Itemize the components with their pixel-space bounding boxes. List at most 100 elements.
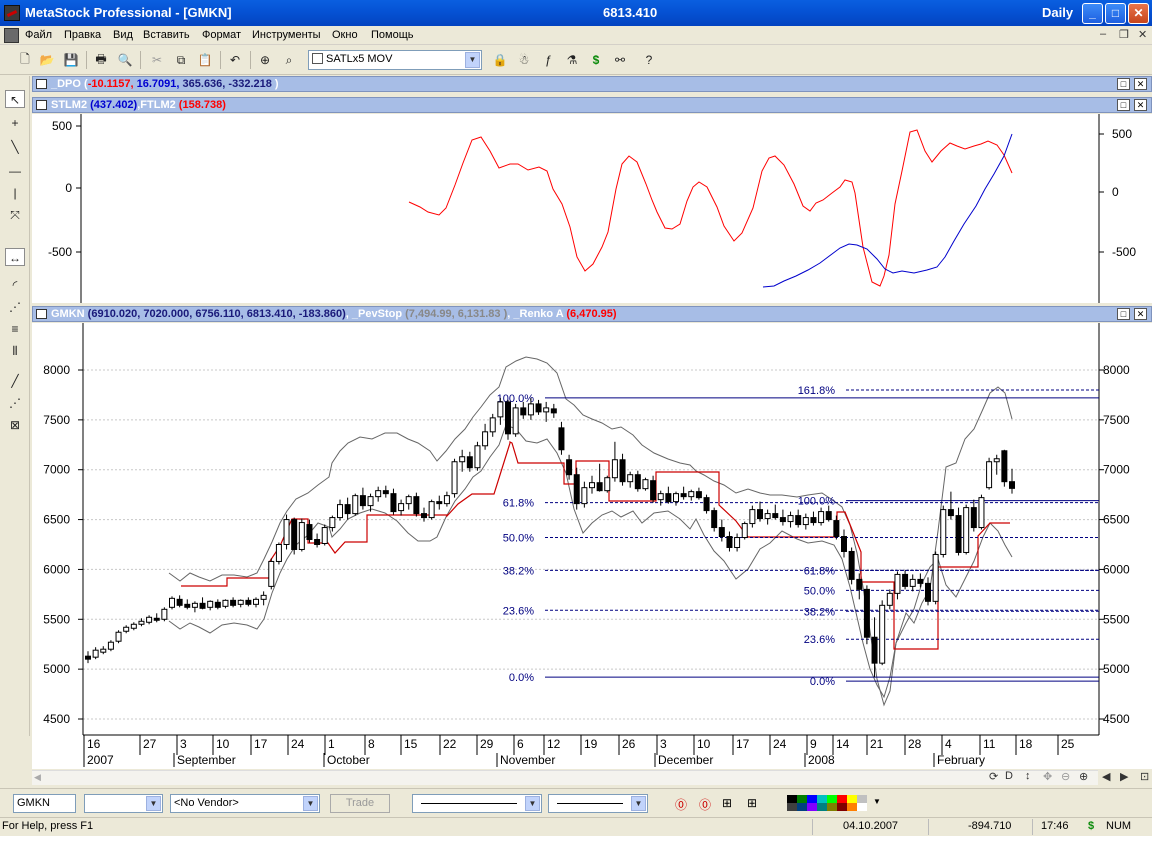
color-swatch[interactable]	[847, 803, 857, 811]
pane-close-icon[interactable]: ✕	[1134, 99, 1147, 111]
mdi-minimize-icon[interactable]: –	[1100, 28, 1106, 40]
security-combo[interactable]: ▼	[84, 794, 163, 813]
menu-edit[interactable]: Правка	[64, 29, 101, 41]
refresh-icon[interactable]: ⟳	[989, 770, 998, 783]
chevron-down-icon[interactable]: ▼	[303, 796, 318, 811]
fibonacci-time-zones-icon[interactable]: ⦀	[5, 342, 25, 360]
binoculars-icon[interactable]: ⚯	[611, 51, 629, 69]
menu-file[interactable]: Файл	[25, 29, 52, 41]
color-swatch[interactable]	[807, 803, 817, 811]
color-swatch[interactable]	[847, 795, 857, 803]
chevron-down-icon[interactable]: ▼	[525, 796, 540, 811]
dollar-icon[interactable]: $	[587, 51, 605, 69]
vertical-resize-icon[interactable]: ↕	[1025, 770, 1031, 782]
undo-icon[interactable]: ↶	[226, 51, 244, 69]
order-icon[interactable]: ⓪	[675, 796, 687, 813]
minimize-button[interactable]: _	[1082, 3, 1103, 24]
chevron-down-icon[interactable]: ▼	[631, 796, 646, 811]
close-button[interactable]: ✕	[1128, 3, 1149, 24]
mdi-close-icon[interactable]: ✕	[1138, 28, 1147, 41]
horizontal-line-icon[interactable]: —	[5, 162, 25, 180]
pane-close-icon[interactable]: ✕	[1134, 78, 1147, 90]
color-swatch[interactable]	[817, 803, 827, 811]
speed-line-icon[interactable]: ╱	[5, 372, 25, 390]
menu-help[interactable]: Помощь	[371, 29, 414, 41]
scroll-left-icon[interactable]: ◀	[34, 772, 41, 783]
order-list-icon[interactable]: ⊞	[722, 796, 732, 810]
system-tester-icon[interactable]: ⚗	[563, 51, 581, 69]
color-swatch[interactable]	[807, 795, 817, 803]
move-icon[interactable]: ✥	[1043, 770, 1052, 783]
color-swatch[interactable]	[857, 803, 867, 811]
print-preview-icon[interactable]: 🔍	[116, 51, 134, 69]
help-pointer-icon[interactable]: ?	[640, 51, 658, 69]
color-swatch[interactable]	[837, 803, 847, 811]
menu-view[interactable]: Вид	[113, 29, 133, 41]
line-style-combo[interactable]: ▼	[412, 794, 542, 813]
paste-icon[interactable]: 📋	[196, 51, 214, 69]
color-palette[interactable]: ▼	[787, 795, 881, 812]
pointer-icon[interactable]: ↖	[5, 90, 25, 108]
pane-maximize-icon[interactable]: □	[1117, 99, 1130, 111]
trendline-icon[interactable]: ╲	[5, 138, 25, 156]
scroll-back-icon[interactable]: ◀	[1102, 770, 1110, 783]
stlm-pane-header[interactable]: STLM2 (437.402),FTLM2 (158.738) □ ✕	[32, 97, 1152, 113]
print-icon[interactable]: 🖶	[92, 51, 110, 69]
chevron-down-icon[interactable]: ▼	[465, 52, 480, 68]
symbol-field[interactable]: GMKN	[13, 794, 76, 813]
menu-format[interactable]: Формат	[202, 29, 241, 41]
menu-window[interactable]: Окно	[332, 29, 358, 41]
indicator-function-icon[interactable]: ƒ	[539, 51, 557, 69]
crosshair-icon[interactable]: ⊕	[256, 51, 274, 69]
scroll-forward-icon[interactable]: ▶	[1120, 770, 1128, 783]
chevron-down-icon[interactable]: ▼	[873, 797, 881, 806]
color-swatch[interactable]	[797, 803, 807, 811]
fibonacci-retracement-icon[interactable]: ≡	[5, 320, 25, 338]
zoom-out-icon[interactable]: ⊖	[1061, 770, 1070, 783]
color-swatch[interactable]	[837, 795, 847, 803]
order-icon[interactable]: ⓪	[699, 796, 711, 813]
crosshair-tool-icon[interactable]: +	[5, 114, 25, 132]
indicator-chart[interactable]: 500 0 -500 500 0 -500	[32, 114, 1152, 303]
color-swatch[interactable]	[787, 795, 797, 803]
periodicity-d-icon[interactable]: D	[1005, 770, 1013, 782]
color-swatch[interactable]	[817, 795, 827, 803]
mdi-restore-icon[interactable]: ❐	[1119, 28, 1129, 41]
pane-maximize-icon[interactable]: □	[1117, 78, 1130, 90]
wizard-icon[interactable]: ☃	[515, 51, 533, 69]
zoom-icon[interactable]: ⌕	[280, 51, 298, 69]
fibonacci-fan-icon[interactable]: ⋰	[5, 298, 25, 316]
zoom-in-icon[interactable]: ⊕	[1079, 770, 1088, 783]
color-swatch[interactable]	[827, 803, 837, 811]
save-icon[interactable]: 💾	[62, 51, 80, 69]
copy-icon[interactable]: ⧉	[172, 51, 190, 69]
maximize-button[interactable]: □	[1105, 3, 1126, 24]
chevron-down-icon[interactable]: ▼	[146, 796, 161, 811]
line-weight-combo[interactable]: ▼	[548, 794, 648, 813]
fibonacci-arcs-icon[interactable]: ◜	[5, 276, 25, 294]
color-swatch[interactable]	[787, 803, 797, 811]
cycle-line-icon[interactable]: ⤧	[5, 206, 25, 224]
color-swatch[interactable]	[857, 795, 867, 803]
color-swatch[interactable]	[827, 795, 837, 803]
price-chart[interactable]: 8000 8000 7500 7500 7000 7000 6500 6500 6000 6000…	[32, 323, 1152, 769]
gann-grid-icon[interactable]: ⊠	[5, 416, 25, 434]
pane-close-icon[interactable]: ✕	[1134, 308, 1147, 320]
color-swatch[interactable]	[797, 795, 807, 803]
gann-fan-icon[interactable]: ⋰	[5, 394, 25, 412]
cut-icon[interactable]: ✂	[148, 51, 166, 69]
new-file-icon[interactable]: 🗋	[16, 51, 34, 69]
dpo-pane-header[interactable]: _DPO (-10.1157, 16.7091, 365.636, -332.2…	[32, 76, 1152, 92]
open-folder-icon[interactable]: 📂	[38, 51, 56, 69]
horizontal-scrollbar[interactable]: ◀	[32, 770, 1098, 785]
lock-icon[interactable]: 🔒	[491, 51, 509, 69]
vertical-line-icon[interactable]: |	[5, 184, 25, 202]
order-list-icon[interactable]: ⊞	[747, 796, 757, 810]
document-icon[interactable]	[4, 28, 19, 43]
gmkn-pane-header[interactable]: GMKN (6910.020, 7020.000, 6756.110, 6813…	[32, 306, 1152, 322]
menu-tools[interactable]: Инструменты	[252, 29, 321, 41]
expert-combo[interactable]: SATLx5 MOV ▼	[308, 50, 482, 70]
tile-icon[interactable]: ⊡	[1140, 770, 1149, 783]
pane-maximize-icon[interactable]: □	[1117, 308, 1130, 320]
menu-insert[interactable]: Вставить	[143, 29, 190, 41]
